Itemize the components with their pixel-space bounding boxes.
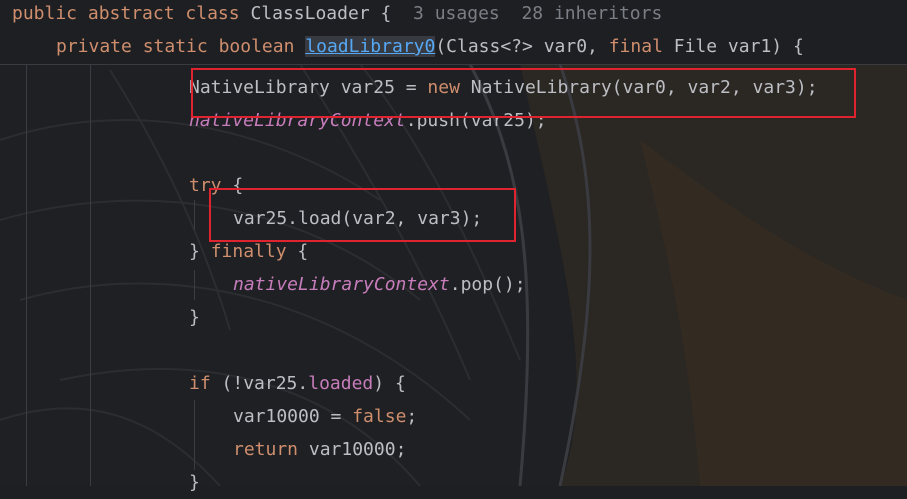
code-text: var10000 = — [233, 406, 353, 427]
indent-guide — [194, 400, 195, 470]
code-line[interactable]: } — [189, 467, 200, 499]
keyword: finally — [210, 241, 287, 262]
highlight-box-load-call — [209, 188, 516, 242]
code-line[interactable]: nativeLibraryContext.pop(); — [233, 269, 526, 301]
usages-hint[interactable]: 3 usages — [413, 3, 500, 24]
indent-guide — [194, 270, 195, 300]
sticky-method-line[interactable]: private static boolean loadLibrary0(Clas… — [56, 30, 804, 64]
code-line[interactable]: } — [189, 302, 200, 334]
indent-guide — [194, 200, 195, 230]
field: loaded — [308, 373, 374, 394]
keyword: class — [185, 3, 240, 24]
method-params: File var1) { — [662, 36, 804, 57]
code-text: ) { — [373, 373, 406, 394]
keyword: false — [352, 406, 407, 427]
code-text: (!var25. — [210, 373, 309, 394]
code-text: } — [189, 241, 211, 262]
keyword: final — [608, 36, 663, 57]
keyword: return — [233, 439, 299, 460]
code-line[interactable]: var10000 = false; — [233, 401, 417, 433]
highlight-box-constructor — [191, 68, 856, 118]
static-field: nativeLibraryContext — [233, 274, 450, 295]
code-line[interactable]: if (!var25.loaded) { — [189, 368, 406, 400]
indent-guide — [26, 64, 27, 486]
indent-guide — [90, 64, 91, 486]
code-text: var10000; — [298, 439, 407, 460]
sticky-class-line[interactable]: public abstract class ClassLoader { 3 us… — [12, 0, 662, 30]
method-name-link[interactable]: loadLibrary0 — [305, 36, 436, 57]
code-text: } — [189, 472, 200, 493]
code-text: { — [286, 241, 309, 262]
code-text: .pop(); — [449, 274, 526, 295]
brace: { — [380, 3, 392, 24]
keyword: private — [56, 36, 132, 57]
inheritors-hint[interactable]: 28 inheritors — [521, 3, 662, 24]
keyword: public — [12, 3, 78, 24]
code-text: ; — [406, 406, 418, 427]
code-text: } — [189, 307, 200, 328]
keyword: static — [142, 36, 208, 57]
code-line[interactable]: return var10000; — [233, 434, 406, 466]
method-params: (Class<?> var0, — [435, 36, 609, 57]
keyword: abstract — [87, 3, 175, 24]
keyword: if — [189, 373, 211, 394]
class-name: ClassLoader — [250, 3, 370, 24]
keyword: boolean — [218, 36, 295, 57]
